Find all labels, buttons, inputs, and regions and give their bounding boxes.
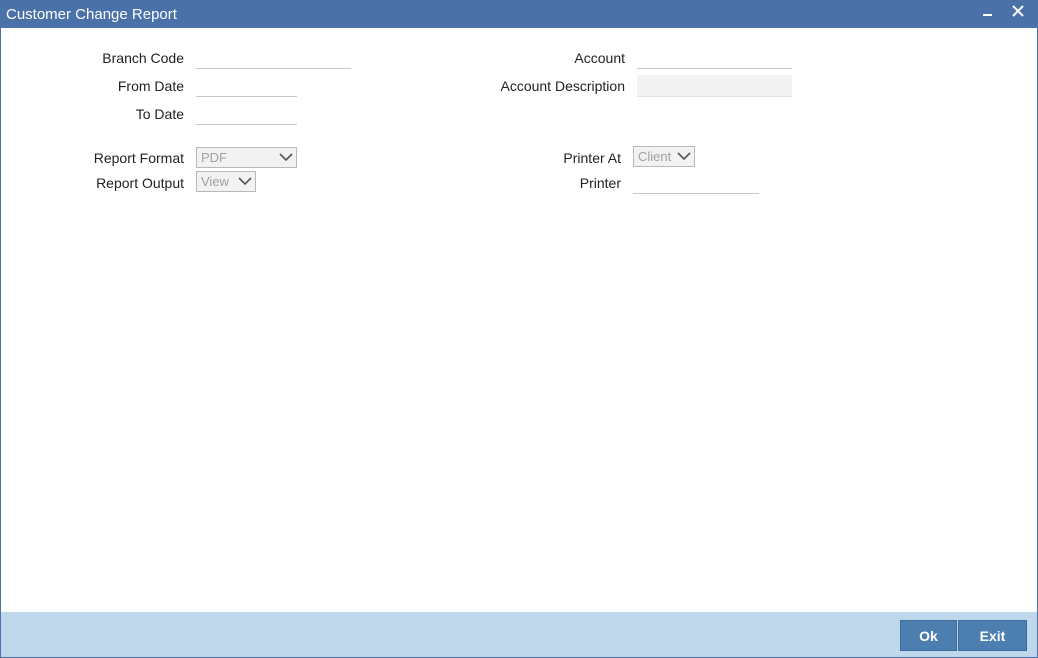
- chevron-down-icon: [677, 152, 691, 161]
- from-date-input[interactable]: [196, 75, 297, 97]
- printer-at-value: Client: [638, 149, 672, 164]
- close-button[interactable]: [1007, 1, 1029, 27]
- report-format-label: Report Format: [93, 150, 184, 166]
- report-output-value: View: [201, 174, 229, 189]
- report-window: Customer Change Report Branch Code From …: [0, 0, 1038, 658]
- report-format-select[interactable]: PDF: [196, 147, 297, 168]
- ok-button[interactable]: Ok: [900, 620, 957, 651]
- report-output-select[interactable]: View: [196, 171, 256, 192]
- account-label: Account: [574, 50, 625, 66]
- report-format-value: PDF: [201, 150, 227, 165]
- minimize-icon: [983, 14, 992, 16]
- printer-at-label: Printer At: [563, 150, 621, 166]
- printer-label: Printer: [579, 175, 621, 191]
- from-date-label: From Date: [117, 78, 184, 94]
- to-date-label: To Date: [135, 106, 184, 122]
- account-description-label: Account Description: [500, 78, 625, 94]
- branch-code-label: Branch Code: [102, 50, 184, 66]
- report-output-label: Report Output: [96, 175, 184, 191]
- chevron-down-icon: [238, 177, 252, 186]
- branch-code-input[interactable]: [196, 47, 351, 69]
- chevron-down-icon: [279, 153, 293, 162]
- close-icon: [1012, 5, 1024, 17]
- window-title: Customer Change Report: [6, 6, 177, 23]
- to-date-input[interactable]: [196, 103, 297, 125]
- account-description-field: [637, 75, 792, 97]
- title-bar: Customer Change Report: [1, 1, 1037, 28]
- exit-button[interactable]: Exit: [958, 620, 1027, 651]
- minimize-button[interactable]: [977, 1, 999, 27]
- printer-at-select[interactable]: Client: [633, 146, 695, 167]
- footer-bar: Ok Exit: [1, 612, 1037, 657]
- printer-input[interactable]: [633, 172, 759, 194]
- account-input[interactable]: [637, 47, 792, 69]
